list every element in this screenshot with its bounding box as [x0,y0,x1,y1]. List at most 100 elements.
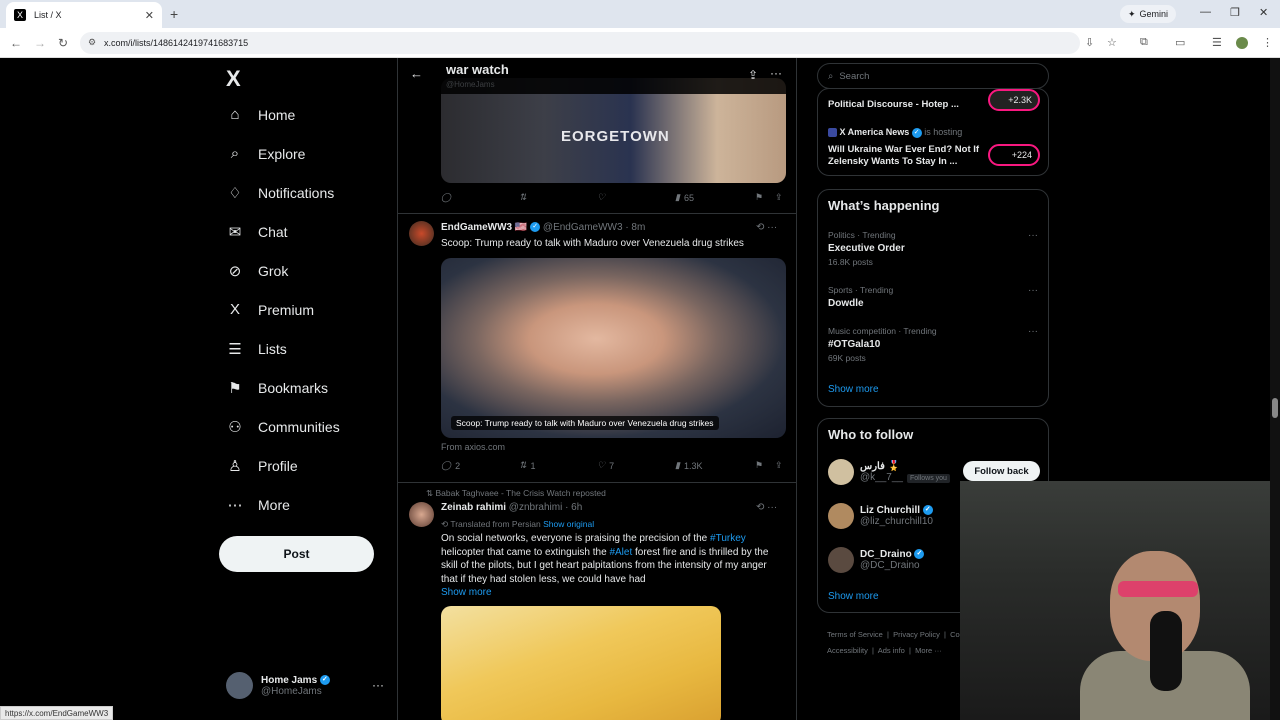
like-button[interactable]: ♡ [597,192,675,203]
nav-item-communities[interactable]: ⚇ Communities [226,418,339,436]
browser-tab[interactable]: X List / X ✕ [6,2,162,28]
share-post-icon[interactable]: ⇪ [775,192,783,203]
x-logo[interactable]: X [226,66,241,92]
trend-more-icon[interactable]: ··· [1028,230,1038,241]
url-field[interactable]: ⚙ x.com/i/lists/1486142419741683715 [80,32,1080,54]
back-icon[interactable]: ← [10,36,22,50]
footer-link[interactable]: Ads info [878,646,905,655]
gemini-button[interactable]: ✦ Gemini [1120,5,1177,23]
share-post-icon[interactable]: ⇪ [775,460,783,471]
space-listener-badge[interactable]: +224 [988,144,1040,166]
reload-icon[interactable]: ↻ [58,36,68,50]
trend-item[interactable]: Sports · Trending Dowdle ··· [828,285,1038,309]
footer-link[interactable]: More ··· [915,646,942,655]
profile-avatar-icon[interactable] [1236,37,1248,49]
author-handle[interactable]: @znbrahimi · 6h [509,502,583,513]
trend-item[interactable]: Politics · Trending Executive Order 16.8… [828,230,1038,267]
hashtag-link[interactable]: #Alet [609,547,632,558]
cast-icon[interactable]: ▭ [1175,36,1185,49]
bookmark-icon[interactable]: ⚑ [755,192,775,203]
nav-item-profile[interactable]: ♙ Profile [226,457,297,475]
reply-icon: ◯ [441,192,452,202]
views-button[interactable]: ▮ 1.3K [675,460,755,471]
tweet-link-card-image[interactable]: Scoop: Trump ready to talk with Maduro o… [441,258,786,438]
post-button[interactable]: Post [219,536,374,572]
avatar[interactable] [409,502,434,527]
follow-back-button[interactable]: Follow back [963,461,1040,481]
tweet-more-icon[interactable]: ⟲ ··· [756,222,777,233]
nav-item-bookmarks[interactable]: ⚑ Bookmarks [226,379,328,397]
nav-item-home[interactable]: ⌂ Home [226,106,295,123]
tweet-more-icon[interactable]: ⟲ ··· [756,502,777,513]
account-more-icon[interactable]: ··· [372,678,384,692]
follow-suggestion[interactable]: Liz Churchill ✓ @liz_churchill10 [828,503,933,529]
more-icon[interactable]: ··· [770,66,782,80]
webcam-overlay [960,481,1280,720]
show-more-link[interactable]: Show more [441,586,786,600]
footer-link[interactable]: Privacy Policy [893,630,940,639]
nav-item-chat[interactable]: ✉ Chat [226,223,288,241]
show-more-link[interactable]: Show more [828,591,879,602]
views-button[interactable]: ▮ 65 [675,192,755,203]
nav-item-lists[interactable]: ☰ Lists [226,340,287,358]
list-owner: @HomeJams [446,80,495,89]
author-name[interactable]: EndGameWW3 🇺🇸 [441,222,527,233]
close-window-icon[interactable]: ✕ [1259,6,1268,19]
close-tab-icon[interactable]: ✕ [145,9,154,22]
minimize-icon[interactable]: — [1200,6,1211,18]
trend-item[interactable]: Music competition · Trending #OTGala10 6… [828,326,1038,363]
like-button[interactable]: ♡ 7 [597,460,675,471]
back-arrow-icon[interactable]: ← [410,66,423,81]
host-suffix: is hosting [924,127,963,137]
host-name[interactable]: X America News [840,127,910,137]
scrollbar-thumb[interactable] [1272,398,1278,418]
repost-context[interactable]: ⇅ Babak Taghvaee - The Crisis Watch repo… [426,488,606,499]
browser-tab-strip: X List / X ✕ + ✦ Gemini — ❐ ✕ [0,0,1280,28]
install-icon[interactable]: ⇩ [1085,36,1094,49]
share-icon[interactable]: ⇪ [748,68,758,82]
page-scrollbar[interactable] [1270,58,1280,720]
space-title[interactable]: Political Discourse - Hotep ... [828,99,959,111]
follow-suggestion[interactable]: فارس 🎖️ @k__7__ Follows you [828,459,950,485]
tweet-text: Scoop: Trump ready to talk with Maduro o… [441,238,744,249]
forward-icon[interactable]: → [34,36,46,50]
footer-link[interactable]: Accessibility [827,646,868,655]
repost-button[interactable]: ⇅ [519,192,597,203]
site-info-icon[interactable]: ⚙ [88,37,96,48]
nav-item-grok[interactable]: ⊘ Grok [226,262,289,280]
trend-more-icon[interactable]: ··· [1028,326,1038,337]
nav-item-more[interactable]: ⋯ More [226,496,290,514]
avatar[interactable] [409,221,434,246]
nav-item-notifications[interactable]: ♢ Notifications [226,184,334,202]
footer-link[interactable]: Terms of Service [827,630,883,639]
tab-search-icon[interactable]: ☰ [1212,36,1222,49]
space-listener-badge[interactable]: +2.3K [988,89,1040,111]
premium-icon: X [229,301,240,318]
bookmark-icon[interactable]: ⚑ [755,460,775,471]
show-original-link[interactable]: Show original [543,519,594,529]
hashtag-link[interactable]: #Turkey [710,533,746,544]
reply-button[interactable]: ◯ 2 [441,460,519,471]
follow-suggestion[interactable]: DC_Draino ✓ @DC_Draino [828,547,925,573]
author-name[interactable]: Zeinab rahimi [441,502,506,513]
trend-count: 16.8K posts [828,257,873,267]
menu-icon[interactable]: ⋮ [1262,36,1273,49]
tweet-media[interactable] [441,606,721,720]
trend-category: Sports · Trending [828,285,894,295]
link-source[interactable]: From axios.com [441,441,786,455]
restore-icon[interactable]: ❐ [1230,6,1240,19]
nav-item-premium[interactable]: X Premium [226,301,314,318]
repost-button[interactable]: ⇅ 1 [519,460,597,471]
bookmark-star-icon[interactable]: ☆ [1107,36,1117,49]
search-input[interactable]: ⌕ Search [817,63,1049,89]
account-switcher[interactable]: Home Jams ✓ @HomeJams ··· [226,672,384,699]
trend-more-icon[interactable]: ··· [1028,285,1038,296]
author-handle[interactable]: @EndGameWW3 · 8m [543,222,645,233]
space-title[interactable]: Will Ukraine War Ever End? Not If Zelens… [828,144,983,168]
extensions-icon[interactable]: ⧉ [1140,36,1148,49]
new-tab-button[interactable]: + [170,6,178,22]
reply-button[interactable]: ◯ [441,192,519,203]
show-more-link[interactable]: Show more [828,384,879,395]
nav-item-explore[interactable]: ⌕ Explore [226,145,306,162]
more-icon: ⋯ [227,497,243,514]
